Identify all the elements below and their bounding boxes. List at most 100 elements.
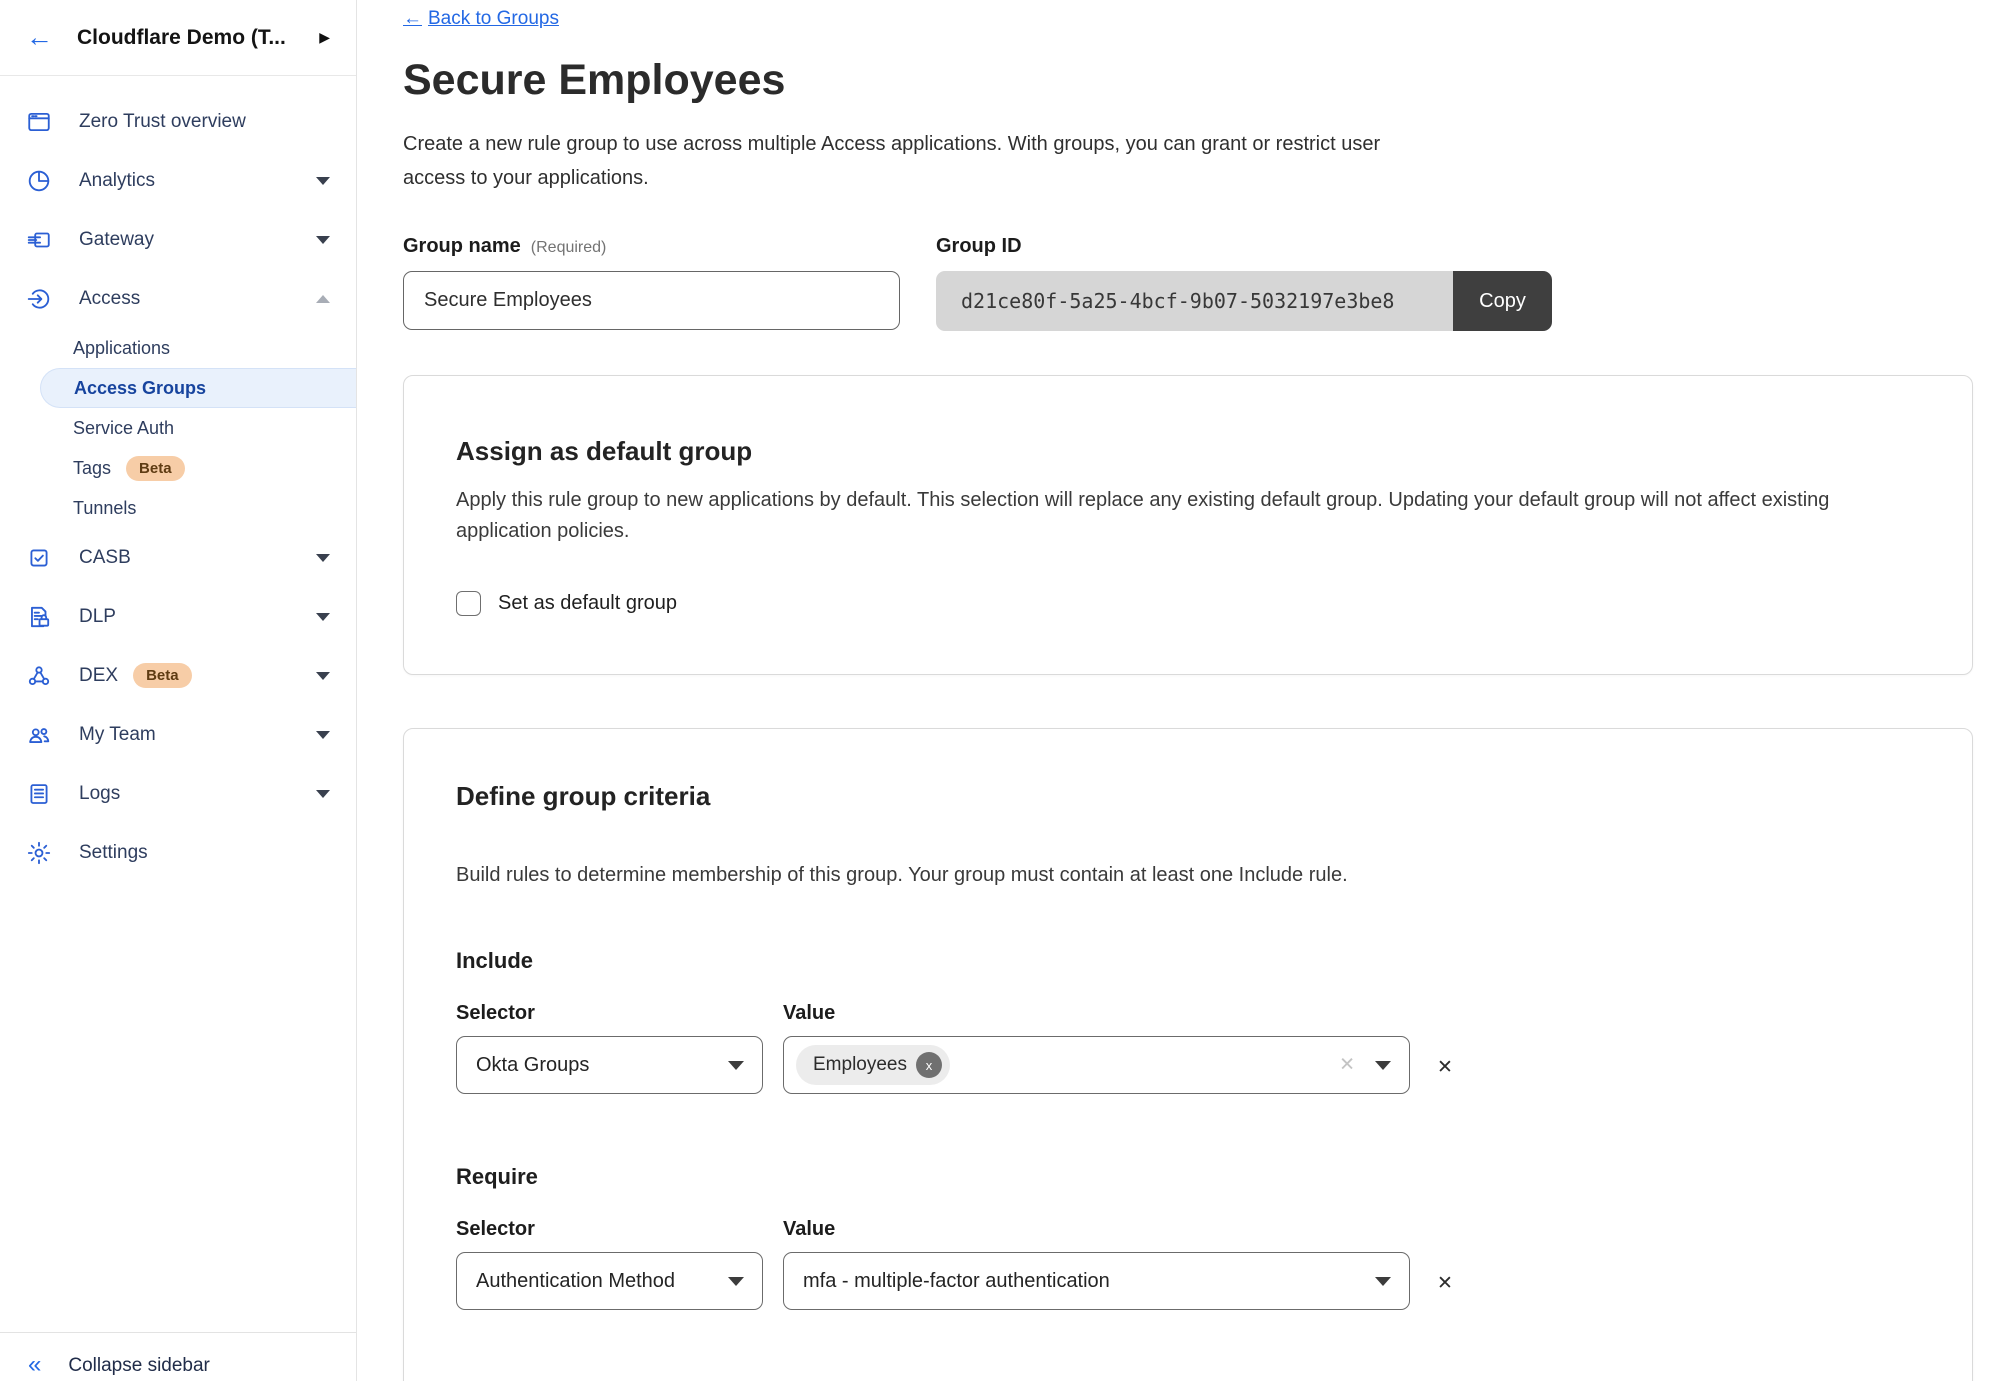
sidebar-item-label: DEX	[79, 665, 118, 687]
browser-window-icon	[26, 109, 52, 135]
sub-item-label: Access Groups	[74, 378, 206, 399]
back-to-groups-link[interactable]: ← Back to Groups	[403, 8, 559, 30]
sidebar: ← Cloudflare Demo (T... ▶ Zero Trust ove…	[0, 0, 357, 1381]
copy-button[interactable]: Copy	[1453, 271, 1552, 331]
group-id-field: Group ID d21ce80f-5a25-4bcf-9b07-5032197…	[936, 235, 1552, 331]
sidebar-item-tags[interactable]: Tags Beta	[0, 448, 356, 488]
require-rule-row: Selector Authentication Method Value mfa…	[456, 1218, 1920, 1310]
document-lock-icon	[26, 604, 52, 630]
require-selector-value: Authentication Method	[476, 1270, 675, 1293]
criteria-card: Define group criteria Build rules to det…	[403, 728, 1973, 1381]
include-selector-dropdown[interactable]: Okta Groups	[456, 1036, 763, 1094]
sub-item-label: Tunnels	[73, 498, 136, 519]
sidebar-item-label: My Team	[79, 724, 156, 746]
include-selector-value: Okta Groups	[476, 1054, 589, 1077]
people-icon	[26, 722, 52, 748]
page-title: Secure Employees	[403, 56, 1999, 105]
chevron-down-icon[interactable]	[316, 731, 330, 739]
include-heading: Include	[456, 948, 1920, 974]
chevron-down-icon[interactable]	[316, 236, 330, 244]
back-arrow-icon[interactable]: ←	[26, 24, 53, 51]
chevron-down-icon[interactable]	[316, 790, 330, 798]
sidebar-item-label: Analytics	[79, 170, 155, 192]
default-group-card: Assign as default group Apply this rule …	[403, 375, 1973, 675]
include-rule-row: Selector Okta Groups Value Employees x ✕	[456, 1002, 1920, 1094]
expand-account-icon[interactable]: ▶	[319, 29, 330, 46]
sidebar-item-dlp[interactable]: DLP	[0, 587, 356, 646]
remove-include-rule-icon[interactable]: ✕	[1437, 1058, 1453, 1077]
sidebar-item-settings[interactable]: Settings	[0, 823, 356, 882]
group-name-input[interactable]	[403, 271, 900, 330]
sidebar-item-label: Zero Trust overview	[79, 111, 246, 133]
account-title[interactable]: Cloudflare Demo (T...	[77, 26, 286, 50]
sidebar-item-label: Access	[79, 288, 140, 310]
group-name-label: Group name	[403, 235, 521, 258]
criteria-card-description: Build rules to determine membership of t…	[456, 860, 1911, 891]
sidebar-item-gateway[interactable]: Gateway	[0, 210, 356, 269]
required-hint: (Required)	[531, 239, 607, 257]
require-heading: Require	[456, 1164, 1920, 1190]
page-description: Create a new rule group to use across mu…	[403, 127, 1388, 195]
sidebar-item-tunnels[interactable]: Tunnels	[0, 488, 356, 528]
access-login-icon	[26, 286, 52, 312]
log-list-icon	[26, 781, 52, 807]
back-arrow-icon: ←	[403, 8, 422, 30]
require-value-dropdown[interactable]: mfa - multiple-factor authentication	[783, 1252, 1410, 1310]
beta-badge: Beta	[133, 663, 192, 688]
collapse-sidebar-button[interactable]: « Collapse sidebar	[0, 1332, 356, 1381]
set-default-group-checkbox[interactable]	[456, 591, 481, 616]
chevron-down-icon	[1375, 1061, 1391, 1070]
default-group-card-title: Assign as default group	[456, 436, 1920, 467]
sidebar-item-dex[interactable]: DEX Beta	[0, 646, 356, 705]
sidebar-item-label: CASB	[79, 547, 131, 569]
sub-item-label: Tags	[73, 458, 111, 479]
chevron-up-icon[interactable]	[316, 295, 330, 303]
require-value-text: mfa - multiple-factor authentication	[803, 1270, 1110, 1293]
access-submenu: Applications Access Groups Service Auth …	[0, 328, 356, 528]
sidebar-item-logs[interactable]: Logs	[0, 764, 356, 823]
sidebar-item-access-groups[interactable]: Access Groups	[40, 368, 356, 408]
sidebar-item-my-team[interactable]: My Team	[0, 705, 356, 764]
back-link-label: Back to Groups	[428, 8, 559, 30]
employees-chip: Employees x	[796, 1045, 950, 1085]
sidebar-item-casb[interactable]: CASB	[0, 528, 356, 587]
pie-chart-icon	[26, 168, 52, 194]
sidebar-item-label: Logs	[79, 783, 120, 805]
collapse-chevrons-icon: «	[28, 1355, 41, 1375]
casb-check-box-icon	[26, 545, 52, 571]
criteria-card-title: Define group criteria	[456, 781, 1920, 812]
chevron-down-icon	[728, 1277, 744, 1286]
sidebar-item-applications[interactable]: Applications	[0, 328, 356, 368]
collapse-sidebar-label: Collapse sidebar	[68, 1355, 210, 1377]
selector-label: Selector	[456, 1002, 763, 1025]
sidebar-item-label: DLP	[79, 606, 116, 628]
chip-label: Employees	[813, 1054, 907, 1076]
value-label: Value	[783, 1002, 1410, 1025]
gear-icon	[26, 840, 52, 866]
value-label: Value	[783, 1218, 1410, 1241]
set-default-group-label: Set as default group	[498, 592, 677, 615]
chip-remove-icon[interactable]: x	[916, 1052, 942, 1078]
group-id-label: Group ID	[936, 235, 1022, 258]
set-default-group-row[interactable]: Set as default group	[456, 591, 1920, 616]
chevron-down-icon[interactable]	[316, 613, 330, 621]
group-form-row: Group name (Required) Group ID d21ce80f-…	[403, 235, 1999, 331]
include-value-multiselect[interactable]: Employees x ✕	[783, 1036, 1410, 1094]
clear-values-icon[interactable]: ✕	[1339, 1054, 1355, 1077]
sidebar-item-label: Settings	[79, 842, 148, 864]
sidebar-item-analytics[interactable]: Analytics	[0, 151, 356, 210]
chevron-down-icon	[1375, 1277, 1391, 1286]
sidebar-item-access[interactable]: Access	[0, 269, 356, 328]
chevron-down-icon[interactable]	[316, 554, 330, 562]
group-id-value: d21ce80f-5a25-4bcf-9b07-5032197e3be8	[936, 271, 1453, 331]
sidebar-header: ← Cloudflare Demo (T... ▶	[0, 0, 356, 76]
require-selector-dropdown[interactable]: Authentication Method	[456, 1252, 763, 1310]
main-content: ← Back to Groups Secure Employees Create…	[357, 0, 1999, 1381]
chevron-down-icon[interactable]	[316, 177, 330, 185]
sidebar-item-zero-trust-overview[interactable]: Zero Trust overview	[0, 92, 356, 151]
sidebar-item-service-auth[interactable]: Service Auth	[0, 408, 356, 448]
remove-require-rule-icon[interactable]: ✕	[1437, 1274, 1453, 1293]
chevron-down-icon[interactable]	[316, 672, 330, 680]
group-name-field: Group name (Required)	[403, 235, 900, 331]
sub-item-label: Applications	[73, 338, 170, 359]
